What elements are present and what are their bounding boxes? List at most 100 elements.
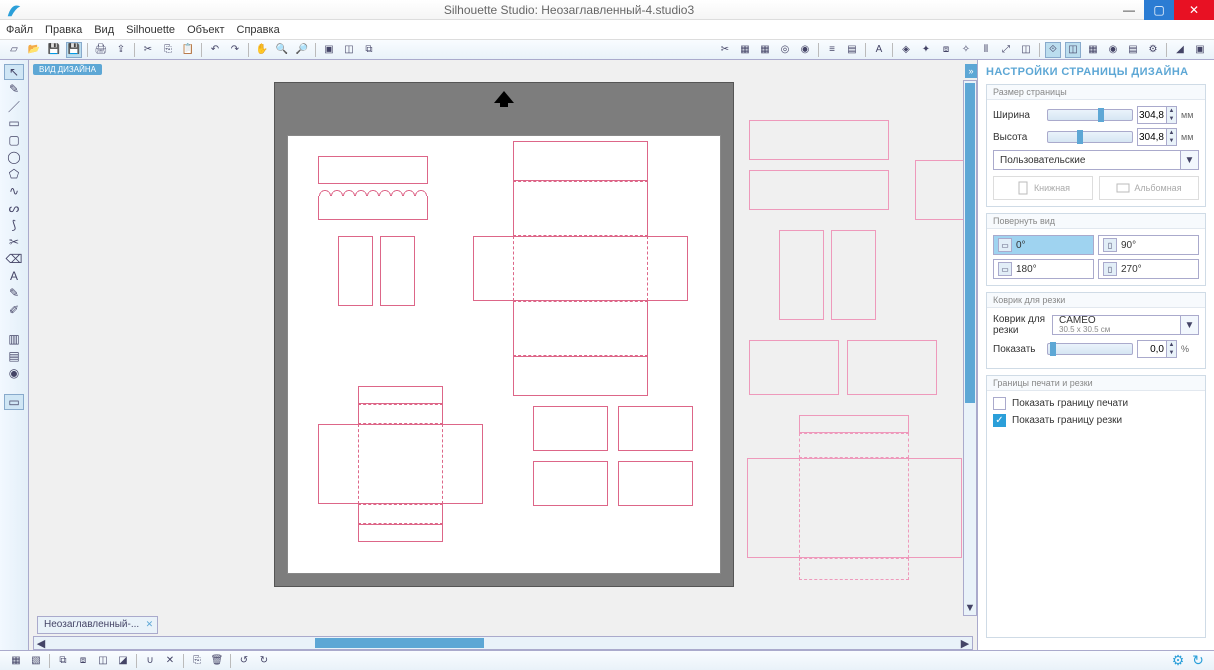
paste-icon[interactable]: 📋 bbox=[180, 42, 196, 58]
open-file-icon[interactable]: 📂 bbox=[26, 42, 42, 58]
refresh-icon[interactable]: ↻ bbox=[1190, 653, 1206, 669]
spin-down-icon[interactable]: ▼ bbox=[1167, 115, 1176, 123]
vertical-scrollbar[interactable]: ▲ ▼ bbox=[963, 80, 977, 616]
deselect-icon[interactable]: ▧ bbox=[28, 653, 44, 669]
rhinestone-icon[interactable]: ◉ bbox=[1105, 42, 1121, 58]
offpage-shape[interactable] bbox=[799, 433, 909, 458]
shape-box-panel[interactable] bbox=[513, 301, 648, 356]
eyedropper-tool-icon[interactable]: ✐ bbox=[4, 302, 24, 318]
duplicate-icon[interactable]: ⎘ bbox=[189, 653, 205, 669]
offpage-shape[interactable] bbox=[799, 558, 909, 580]
scroll-left-icon[interactable]: ◀ bbox=[34, 637, 48, 649]
line-color-icon[interactable]: ▣ bbox=[1192, 42, 1208, 58]
spin-up-icon[interactable]: ▲ bbox=[1167, 341, 1176, 349]
zoom-drag-icon[interactable]: ⧉ bbox=[361, 42, 377, 58]
preferences-icon[interactable]: ⚙ bbox=[1145, 42, 1161, 58]
nesting-icon[interactable]: ◫ bbox=[1065, 42, 1081, 58]
shape-fold[interactable] bbox=[358, 424, 443, 504]
polygon-tool-icon[interactable]: ⬠ bbox=[4, 166, 24, 182]
select-all-icon[interactable]: ▦ bbox=[8, 653, 24, 669]
height-slider[interactable] bbox=[1047, 131, 1133, 143]
shape-fold[interactable] bbox=[358, 404, 443, 424]
minimize-button[interactable]: — bbox=[1114, 0, 1144, 20]
rotate-0-button[interactable]: ▭0° bbox=[993, 235, 1094, 255]
shape-rect[interactable] bbox=[618, 461, 693, 506]
pixscan-icon[interactable]: ◉ bbox=[797, 42, 813, 58]
width-value[interactable] bbox=[1138, 110, 1166, 121]
shape-flap[interactable] bbox=[358, 524, 443, 542]
height-value[interactable] bbox=[1138, 132, 1166, 143]
grid-icon[interactable]: ▦ bbox=[757, 42, 773, 58]
weld-icon[interactable]: ∪ bbox=[142, 653, 158, 669]
offpage-shape[interactable] bbox=[799, 458, 909, 558]
knife-tool-icon[interactable]: ✂ bbox=[4, 234, 24, 250]
shape-box-flap[interactable] bbox=[513, 356, 648, 396]
select-tool-icon[interactable]: ↖ bbox=[4, 64, 24, 80]
orientation-portrait[interactable]: Книжная bbox=[993, 176, 1093, 200]
ungroup-icon[interactable]: ⧈ bbox=[75, 653, 91, 669]
shape-scallop[interactable] bbox=[318, 196, 428, 220]
scroll-thumb[interactable] bbox=[965, 83, 975, 403]
menu-edit[interactable]: Правка bbox=[45, 24, 82, 36]
modify-icon[interactable]: ✧ bbox=[958, 42, 974, 58]
scale-icon[interactable]: ⤢ bbox=[998, 42, 1014, 58]
shape-rect[interactable] bbox=[318, 156, 428, 184]
print-icon[interactable]: 🖨 bbox=[93, 42, 109, 58]
edit-points-tool-icon[interactable]: ✎ bbox=[4, 81, 24, 97]
draw-note-tool-icon[interactable]: ✎ bbox=[4, 285, 24, 301]
zoom-in-icon[interactable]: 🔍 bbox=[274, 42, 290, 58]
ellipse-tool-icon[interactable]: ◯ bbox=[4, 149, 24, 165]
offpage-shape[interactable] bbox=[749, 170, 889, 210]
offpage-shape[interactable] bbox=[749, 340, 839, 395]
save-as-icon[interactable]: 💾 bbox=[66, 42, 82, 58]
send-silhouette-icon[interactable]: ◉ bbox=[4, 365, 24, 381]
shape-box-fold[interactable] bbox=[513, 236, 648, 301]
offpage-shape[interactable] bbox=[799, 415, 909, 433]
pan-icon[interactable]: ✋ bbox=[254, 42, 270, 58]
close-tab-icon[interactable]: ✕ bbox=[146, 619, 154, 630]
offpage-shape[interactable] bbox=[831, 230, 876, 320]
menu-file[interactable]: Файл bbox=[6, 24, 33, 36]
trace-icon[interactable]: ✦ bbox=[918, 42, 934, 58]
page-preset-dropdown[interactable]: Пользовательские ▼ bbox=[993, 150, 1199, 170]
release-compound-icon[interactable]: ◪ bbox=[115, 653, 131, 669]
spin-down-icon[interactable]: ▼ bbox=[1167, 349, 1176, 357]
shape-box-panel[interactable] bbox=[513, 181, 648, 236]
shape-fold[interactable] bbox=[358, 504, 443, 524]
group-icon[interactable]: ⧉ bbox=[55, 653, 71, 669]
transform-icon[interactable]: ◫ bbox=[1018, 42, 1034, 58]
save-icon[interactable]: 💾 bbox=[46, 42, 62, 58]
new-file-icon[interactable]: ▱ bbox=[6, 42, 22, 58]
replicate-icon[interactable]: ⧈ bbox=[938, 42, 954, 58]
rotate-90-button[interactable]: ▯90° bbox=[1098, 235, 1199, 255]
spin-up-icon[interactable]: ▲ bbox=[1167, 107, 1176, 115]
rectangle-tool-icon[interactable]: ▭ bbox=[4, 115, 24, 131]
fit-selection-icon[interactable]: ◫ bbox=[341, 42, 357, 58]
rotate-left-icon[interactable]: ↺ bbox=[236, 653, 252, 669]
line-style-icon[interactable]: ≡ bbox=[824, 42, 840, 58]
text-tool-icon[interactable]: A bbox=[4, 268, 24, 284]
show-input[interactable]: ▲▼ bbox=[1137, 340, 1177, 358]
horizontal-scrollbar[interactable]: ◀ ▶ bbox=[33, 636, 973, 650]
delete-icon[interactable]: 🗑 bbox=[209, 653, 225, 669]
offpage-shape[interactable] bbox=[749, 120, 889, 160]
shape-flap[interactable] bbox=[358, 386, 443, 404]
knife-icon[interactable]: ⟐ bbox=[1045, 42, 1061, 58]
shape-rect[interactable] bbox=[533, 406, 608, 451]
spin-up-icon[interactable]: ▲ bbox=[1167, 129, 1176, 137]
menu-object[interactable]: Объект bbox=[187, 24, 224, 36]
spin-down-icon[interactable]: ▼ bbox=[1167, 137, 1176, 145]
height-input[interactable]: ▲▼ bbox=[1137, 128, 1177, 146]
sketch-icon[interactable]: ▦ bbox=[1085, 42, 1101, 58]
maximize-button[interactable]: ▢ bbox=[1144, 0, 1174, 20]
rotate-180-button[interactable]: ▭180° bbox=[993, 259, 1094, 279]
shape-scallop-rect[interactable] bbox=[338, 236, 373, 306]
orientation-landscape[interactable]: Альбомная bbox=[1099, 176, 1199, 200]
scroll-down-icon[interactable]: ▼ bbox=[964, 601, 976, 615]
scroll-thumb[interactable] bbox=[315, 638, 484, 648]
show-value[interactable] bbox=[1138, 344, 1166, 355]
document-tab[interactable]: Неозаглавленный-... ✕ bbox=[37, 616, 158, 634]
cut-icon[interactable]: ✂ bbox=[140, 42, 156, 58]
detach-icon[interactable]: ✕ bbox=[162, 653, 178, 669]
redo-icon[interactable]: ↷ bbox=[227, 42, 243, 58]
